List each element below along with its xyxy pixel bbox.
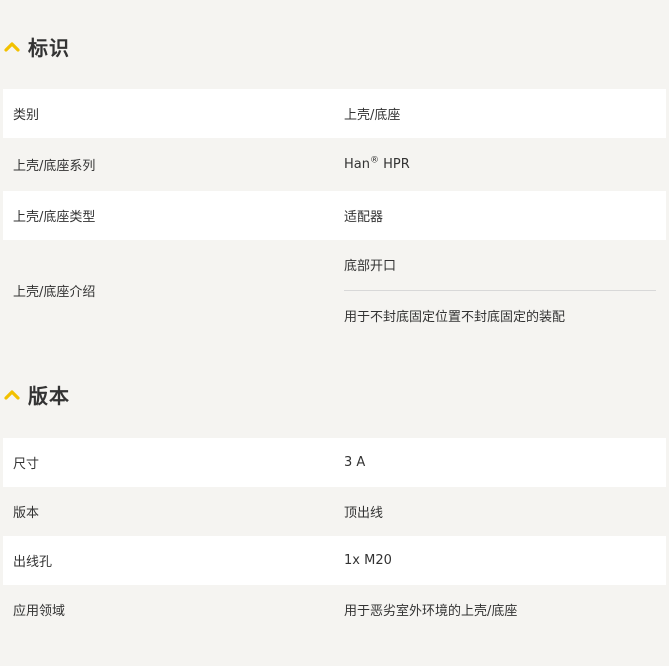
row-label: 类别 — [13, 108, 40, 123]
row-label: 上壳/底座类型 — [13, 210, 96, 225]
row-value: Han® HPR — [334, 155, 666, 172]
section-header-version[interactable]: 版本 — [4, 380, 70, 408]
table-row: 尺寸 3 A — [3, 438, 666, 487]
chevron-up-icon — [4, 42, 20, 52]
row-value: 3 A — [344, 455, 366, 470]
row-label: 应用领域 — [13, 604, 66, 619]
row-value: 1x M20 — [344, 553, 392, 568]
row-value-list: 底部开口 用于不封底固定位置不封底固定的装配 — [334, 240, 666, 341]
registered-mark: ® — [369, 155, 379, 166]
table-row: 应用领域 用于恶劣室外环境的上壳/底座 — [3, 585, 666, 634]
section-header-identification[interactable]: 标识 — [4, 32, 70, 60]
table-row: 上壳/底座类型 适配器 — [3, 191, 666, 240]
section-title: 版本 — [28, 383, 70, 408]
row-label: 出线孔 — [13, 555, 53, 570]
row-value: 顶出线 — [344, 506, 384, 521]
table-row: 类别 上壳/底座 — [3, 89, 666, 138]
row-label: 尺寸 — [13, 457, 40, 472]
row-label: 上壳/底座系列 — [13, 159, 96, 174]
row-value: 底部开口 — [344, 240, 656, 291]
row-value: 用于恶劣室外环境的上壳/底座 — [344, 604, 518, 619]
version-table: 尺寸 3 A 版本 顶出线 出线孔 1x M20 应用领域 用于恶劣室外环境的上… — [3, 438, 666, 634]
row-label: 版本 — [13, 506, 40, 521]
table-row: 出线孔 1x M20 — [3, 536, 666, 585]
row-label: 上壳/底座介绍 — [13, 284, 96, 300]
section-title: 标识 — [28, 35, 70, 60]
row-value: 适配器 — [344, 210, 384, 225]
row-value: 上壳/底座 — [344, 108, 401, 123]
table-row: 版本 顶出线 — [3, 487, 666, 536]
table-row: 上壳/底座系列 Han® HPR — [3, 138, 666, 191]
row-value: 用于不封底固定位置不封底固定的装配 — [344, 310, 566, 325]
identification-table: 类别 上壳/底座 上壳/底座系列 Han® HPR 上壳/底座类型 适配器 上壳… — [3, 89, 666, 340]
value-tail: HPR — [378, 157, 410, 172]
chevron-up-icon — [4, 390, 20, 400]
table-row: 上壳/底座介绍 底部开口 用于不封底固定位置不封底固定的装配 — [3, 240, 666, 340]
value-main: Han — [344, 157, 370, 172]
